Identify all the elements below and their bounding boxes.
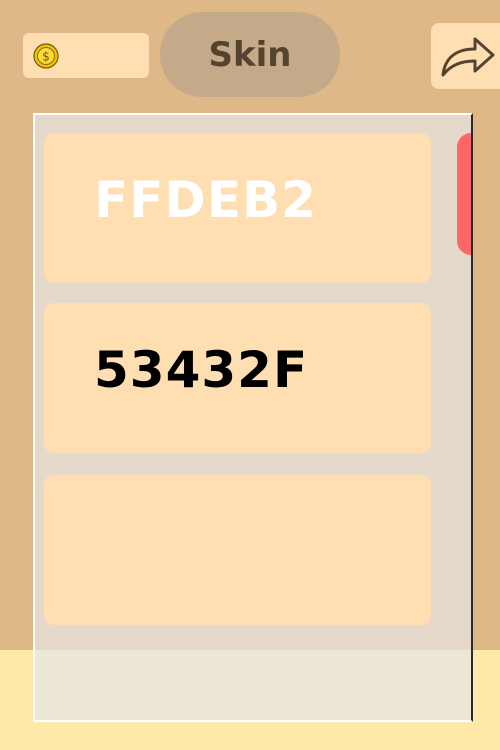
skin-card[interactable] xyxy=(44,475,431,625)
page-title: Skin xyxy=(160,12,340,97)
share-arrow-icon xyxy=(441,37,495,77)
scrollbar-thumb[interactable] xyxy=(457,133,471,255)
skin-label: FFDEB2 xyxy=(94,171,317,229)
share-button[interactable] xyxy=(431,23,500,89)
skin-list[interactable]: FFDEB2 53432F xyxy=(33,113,473,722)
skin-card[interactable]: 53432F xyxy=(44,303,431,453)
skin-label: 53432F xyxy=(94,341,309,399)
skin-card[interactable]: FFDEB2 xyxy=(44,133,431,283)
coin-icon: $ xyxy=(33,43,59,69)
svg-text:$: $ xyxy=(42,50,50,64)
coin-counter: $ xyxy=(23,33,149,78)
